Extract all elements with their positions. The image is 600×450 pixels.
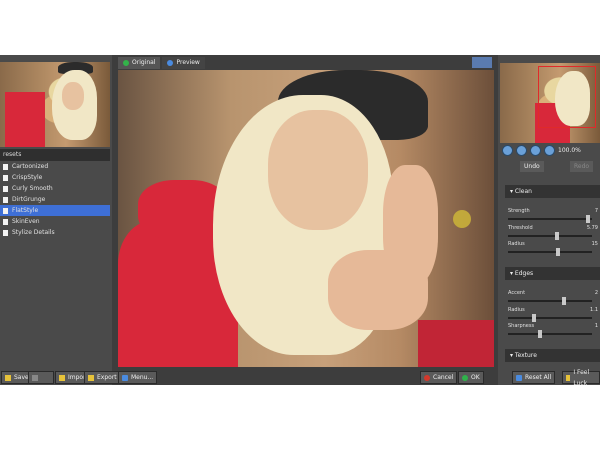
preset-label: SkinEven [12,218,40,225]
preset-item-cartoonized[interactable]: Cartoonized [0,161,110,172]
preset-label: Cartoonized [12,163,49,170]
app-window: resets Cartoonized CrispStyle Curly Smoo… [0,55,600,387]
image-canvas[interactable] [118,70,494,367]
preset-label: CrispStyle [12,174,43,181]
document-icon [3,163,8,170]
preset-label: Curly Smooth [12,185,53,192]
view-tabs: Original Preview [118,57,205,69]
zoom-in-icon[interactable] [516,145,527,156]
slider-knob[interactable] [532,314,536,322]
reset-all-button[interactable]: Reset All [512,371,556,384]
slider-value: 1.1 [590,307,598,313]
slider-knob[interactable] [538,330,542,338]
tab-preview[interactable]: Preview [162,57,205,69]
slider-value: 2 [594,290,598,296]
presets-header: resets [0,149,110,161]
document-icon [3,207,8,214]
reset-label: Reset All [525,374,552,381]
preset-label: Stylize Details [12,229,55,236]
save-label: Save [14,374,29,381]
section-edges-title: Edges [514,270,534,277]
menu-icon [122,374,128,381]
preview-icon [167,60,174,66]
zoom-fit-icon[interactable] [530,145,541,156]
slider-knob[interactable] [556,248,560,256]
slider-knob[interactable] [586,215,590,223]
document-icon [3,218,8,225]
save-icon [5,374,11,381]
feel-lucky-button[interactable]: I Feel Luck [562,369,600,387]
zoom-value: 100.0% [558,147,581,154]
preset-item-curly-smooth[interactable]: Curly Smooth [0,183,110,194]
preset-label: FlatStyle [12,207,39,214]
ok-label: OK [471,374,480,381]
document-icon [3,229,8,236]
undo-button[interactable]: Undo [520,161,544,172]
preset-item-flatstyle[interactable]: FlatStyle [0,205,110,216]
zoom-actual-icon[interactable] [544,145,555,156]
slider-value: 15 [591,241,598,247]
slider-label: Threshold [508,225,533,231]
zoom-out-icon[interactable] [502,145,513,156]
navigator-thumbnail[interactable] [500,63,600,143]
reset-icon [516,374,522,381]
view-mode-icon[interactable] [472,57,492,68]
tab-original[interactable]: Original [118,57,161,69]
slider-value: 1 [594,323,598,329]
preset-item-skineven[interactable]: SkinEven [0,216,110,227]
menu-button[interactable]: Menu... [118,371,158,384]
slider-value: 7 [594,208,598,214]
redo-button[interactable]: Redo [570,161,594,172]
section-clean-title: Clean [514,188,532,195]
slider-knob[interactable] [555,232,559,240]
preset-label: DirtGrunge [12,196,46,203]
preset-item-stylize-details[interactable]: Stylize Details [0,227,110,238]
cancel-label: Cancel [433,374,454,381]
presets-list: resets Cartoonized CrispStyle Curly Smoo… [0,149,110,238]
export-icon [88,374,94,381]
document-icon [3,174,8,181]
slider-knob[interactable] [562,297,566,305]
feel-lucky-label: I Feel Luck [573,368,590,387]
slider-label: Radius [508,307,525,313]
document-icon [3,185,8,192]
tab-preview-label: Preview [176,59,200,66]
document-icon [3,196,8,203]
ok-button[interactable]: OK [458,371,484,384]
redo-label: Redo [574,163,590,170]
menu-label: Menu... [131,374,154,381]
slider-label: Sharpness [508,323,535,329]
original-icon [123,60,129,66]
ok-icon [462,374,468,381]
zoom-controls: 100.0% [502,145,581,156]
cancel-icon [424,374,430,381]
import-icon [59,374,65,381]
tab-original-label: Original [132,59,156,66]
preset-item-crispstyle[interactable]: CrispStyle [0,172,110,183]
slider-value: 5.79 [586,225,598,231]
section-clean-header[interactable]: ▾ Clean [505,185,600,198]
cancel-button[interactable]: Cancel [420,371,458,384]
export-button[interactable]: Export [84,371,121,384]
folder-icon [32,374,38,381]
export-label: Export [97,374,117,381]
navigator-viewport[interactable] [538,66,596,128]
slider-label: Accent [508,290,526,296]
slider-label: Radius [508,241,525,247]
undo-label: Undo [524,163,540,170]
preset-item-dirtgrunge[interactable]: DirtGrunge [0,194,110,205]
section-edges-header[interactable]: ▾ Edges [505,267,600,280]
section-texture-header[interactable]: ▾ Texture [505,349,600,362]
section-texture-title: Texture [514,352,537,359]
slider-label: Strength [508,208,530,214]
lucky-icon [566,374,571,381]
left-thumbnail [0,62,110,147]
blank-button[interactable] [28,371,54,384]
